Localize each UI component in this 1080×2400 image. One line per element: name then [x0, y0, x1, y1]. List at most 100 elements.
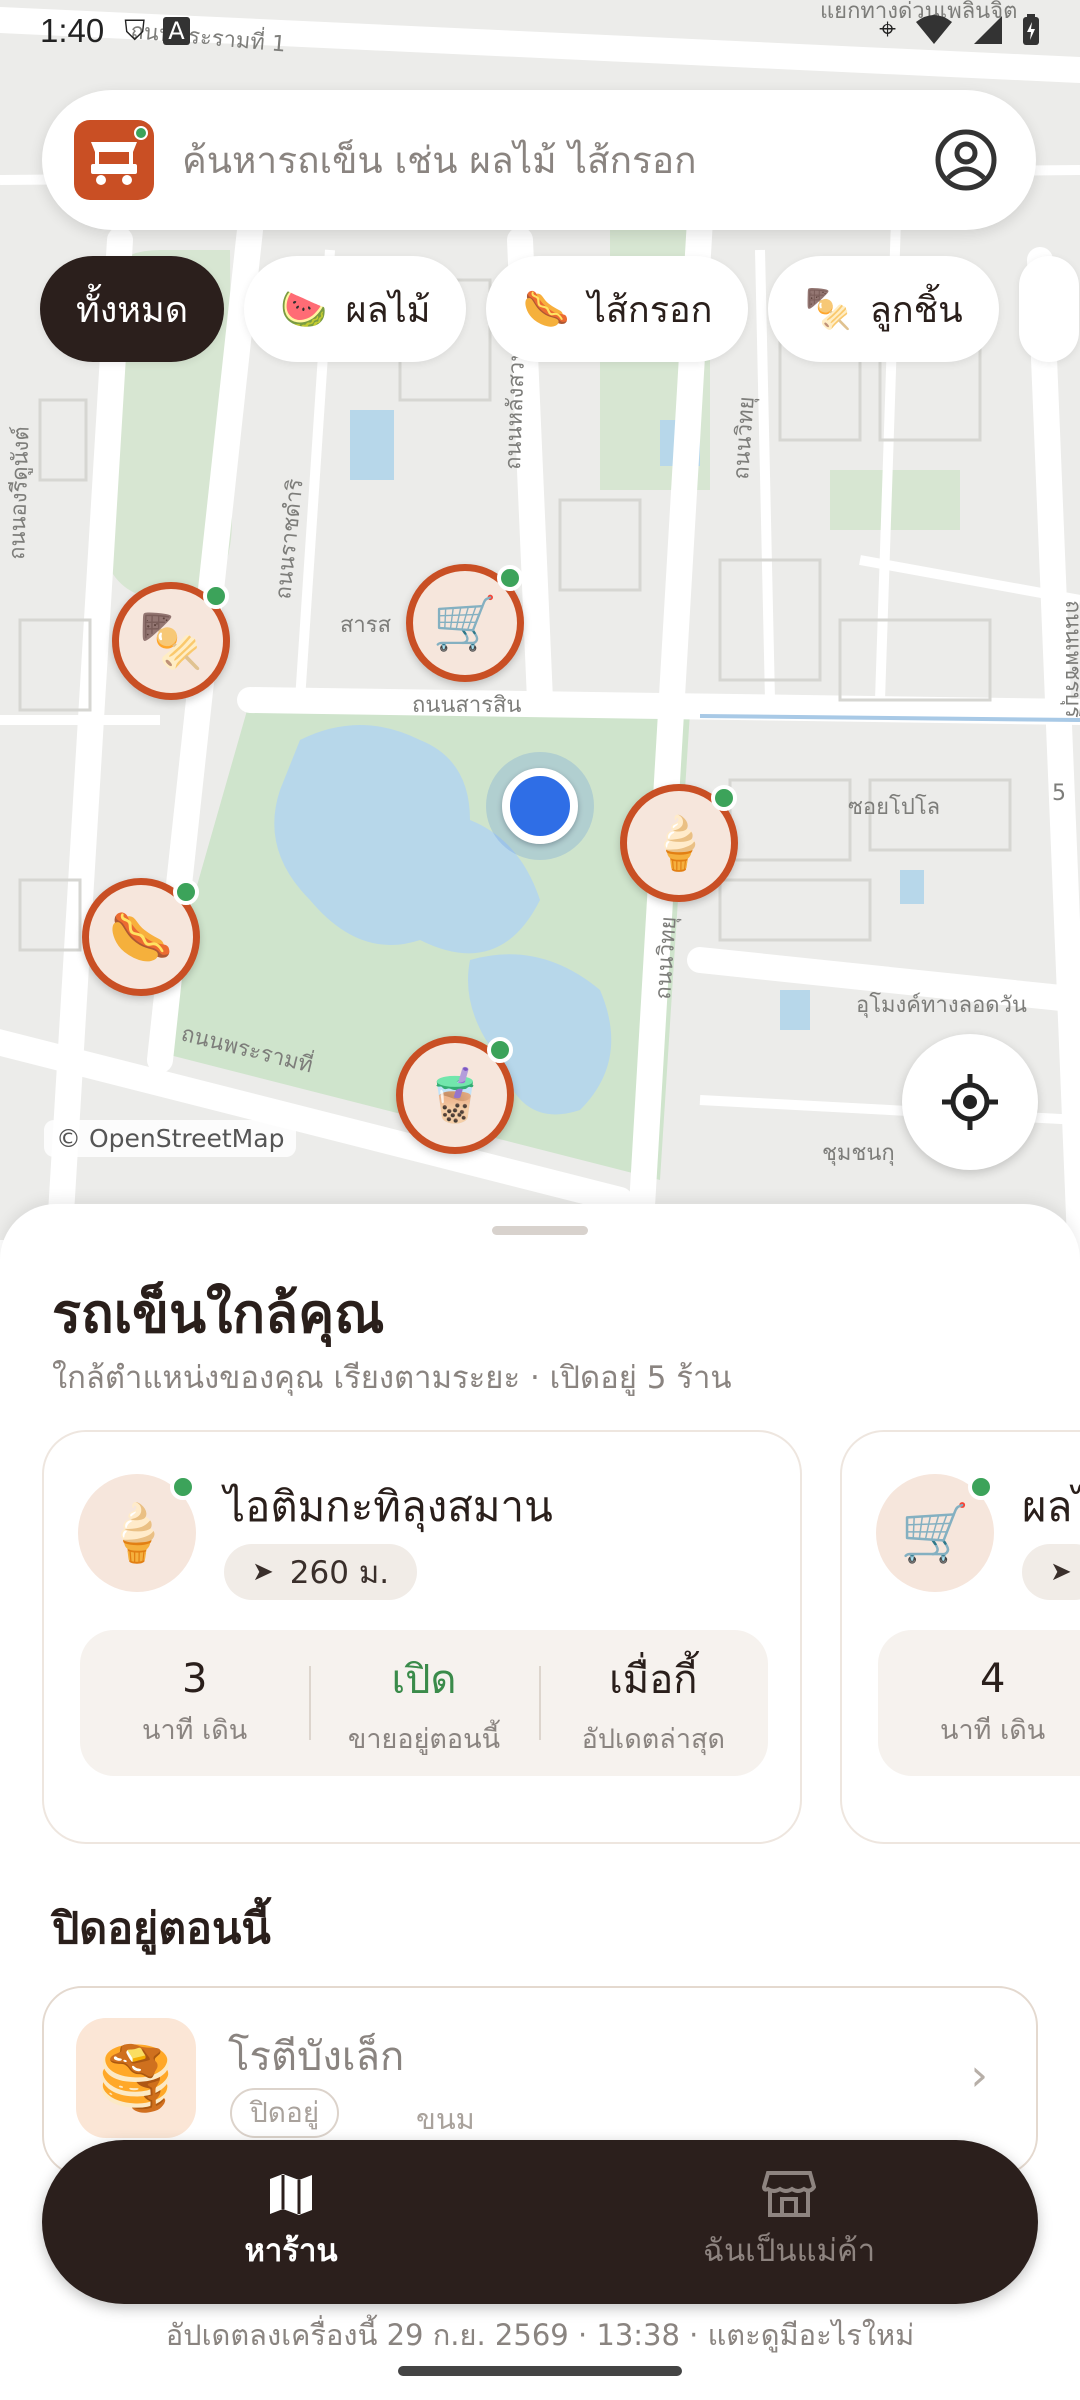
sheet-title: รถเข็นใกล้คุณ [52, 1282, 385, 1345]
update-footer[interactable]: อัปเดตลงเครื่องนี้ 29 ก.ย. 2569 · 13:38 … [0, 2312, 1080, 2358]
live-indicator [173, 879, 199, 905]
gesture-home-bar[interactable] [398, 2366, 682, 2376]
chip-label: ผลไม้ [345, 289, 431, 331]
map-label-langsuan: ถนนหลังสวน [501, 346, 530, 470]
chip-label: ทั้งหมด [76, 289, 189, 331]
chevron-right-icon: › [970, 2050, 988, 2101]
distance-badge: ➤ 260 ม. [224, 1544, 418, 1600]
ice-cream-cart-icon: 🍦 [102, 1501, 172, 1566]
vendor-name: ผลไม้ [1022, 1482, 1080, 1531]
closed-section-title: ปิดอยู่ตอนนี้ [52, 1904, 271, 1954]
stat-value: เมื่อกี้ [609, 1656, 698, 1703]
shield-icon: ⛉ [124, 14, 146, 47]
locate-me-button[interactable] [902, 1034, 1038, 1170]
watermelon-icon: 🍉 [280, 286, 328, 331]
chip-all[interactable]: ทั้งหมด [40, 256, 225, 362]
navigation-arrow-icon: ➤ [1050, 1557, 1072, 1587]
sheet-subtitle: ใกล้ตำแหน่งของคุณ เรียงตามระยะ · เปิดอยู… [52, 1360, 732, 1396]
storefront-icon [762, 2171, 816, 2217]
ice-cream-cart-icon: 🍦 [646, 813, 712, 874]
app-logo [74, 120, 154, 200]
my-location-dot [502, 768, 578, 844]
stat-label: นาที เดิน [940, 1714, 1046, 1746]
vendor-category: ขนม [416, 2102, 475, 2136]
tab-label: ฉันเป็นแม่ค้า [702, 2233, 876, 2269]
tab-vendor[interactable]: ฉันเป็นแม่ค้า [540, 2140, 1038, 2304]
stat-walk: 3 นาที เดิน [80, 1630, 309, 1776]
vendor-marker-bubbletea[interactable]: 🧋 [396, 1036, 514, 1154]
stat-walk: 4 นาที เดิน [878, 1630, 1080, 1776]
live-indicator [711, 785, 737, 811]
vendor-marker-icecream[interactable]: 🍦 [620, 784, 738, 902]
vendor-card[interactable]: 🛒 ผลไม้ ➤ 4 นาที เดิน [840, 1430, 1080, 1844]
tab-label: หาร้าน [244, 2233, 338, 2269]
tab-find-shop[interactable]: หาร้าน [42, 2140, 540, 2304]
map-label-community: ชุมชนกุ [822, 1141, 895, 1166]
chip-label: ไส้กรอก [587, 289, 713, 331]
category-chips: ทั้งหมด 🍉 ผลไม้ 🌭 ไส้กรอก 🍢 ลูกชิ้น [40, 256, 1079, 362]
food-cart-icon: 🛒 [900, 1501, 970, 1566]
map-label-henri: ถนนองรีดูนังต์ [5, 426, 35, 560]
closed-badge: ปิดอยู่ [230, 2088, 340, 2138]
crosshair-icon [942, 1074, 998, 1130]
search-input[interactable]: ค้นหารถเข็น เช่น ผลไม้ ไส้กรอก [182, 131, 934, 190]
stat-updated: เมื่อกี้ อัปเดตล่าสุด [538, 1630, 768, 1776]
chip-more[interactable] [1018, 256, 1079, 362]
vendor-stats: 4 นาที เดิน [878, 1630, 1080, 1776]
map-attribution[interactable]: © OpenStreetMap [44, 1120, 297, 1157]
vendor-name: ไอติมกะทิลุงสมาน [224, 1482, 553, 1531]
map-label-sarasin: ถนนสารสิน [412, 693, 521, 718]
map-label-tunnel: อุโมงค์ทางลอดวัน [856, 992, 1027, 1018]
distance-value: 260 ม. [289, 1555, 390, 1591]
profile-icon[interactable] [934, 128, 998, 192]
search-bar[interactable]: ค้นหารถเข็น เช่น ผลไม้ ไส้กรอก [42, 90, 1036, 230]
distance-badge: ➤ [1022, 1544, 1080, 1600]
bottom-navigation: หาร้าน ฉันเป็นแม่ค้า [42, 2140, 1038, 2304]
stat-label: นาที เดิน [142, 1714, 248, 1746]
live-indicator [170, 1474, 196, 1500]
food-cart-logo-icon [91, 142, 137, 185]
live-indicator [497, 565, 523, 591]
stat-status: เปิด ขายอยู่ตอนนี้ [309, 1630, 538, 1776]
wifi-icon [916, 14, 952, 44]
stat-label: ขายอยู่ตอนนี้ [347, 1723, 501, 1755]
vendor-avatar: 🛒 [876, 1474, 994, 1592]
hotdog-icon: 🌭 [108, 907, 174, 968]
bubble-tea-icon: 🧋 [422, 1065, 488, 1126]
chip-sausage[interactable]: 🌭 ไส้กรอก [486, 256, 749, 362]
location-icon: ⌖ [879, 12, 896, 47]
stat-value: เปิด [391, 1656, 457, 1703]
navigation-arrow-icon: ➤ [252, 1557, 274, 1587]
vendor-stats: 3 นาที เดิน เปิด ขายอยู่ตอนนี้ เมื่อกี้ … [80, 1630, 768, 1776]
map-label-phetkasem: ถนนเพชรบุรี [1060, 600, 1080, 718]
live-indicator [203, 583, 229, 609]
map-label-num5: 5 [1052, 781, 1066, 806]
vendor-marker-meatball[interactable]: 🍢 [112, 582, 230, 700]
live-indicator [968, 1474, 994, 1500]
stat-value: 3 [181, 1655, 208, 1702]
vendor-avatar: 🍦 [78, 1474, 196, 1592]
hotdog-icon: 🌭 [522, 286, 570, 331]
status-bar: 1:40 ⛉ A ⌖ [0, 0, 1080, 62]
chip-label: ลูกชิ้น [869, 289, 963, 331]
status-time: 1:40 [40, 12, 105, 49]
vendor-name: โรตีบังเล็ก [228, 2034, 405, 2080]
notification-a-icon: A [163, 17, 190, 45]
chip-meatball[interactable]: 🍢 ลูกชิ้น [768, 256, 999, 362]
battery-icon [1023, 13, 1039, 45]
meatball-icon: 🍢 [138, 611, 204, 672]
chip-fruit[interactable]: 🍉 ผลไม้ [244, 256, 467, 362]
map-icon [270, 2174, 312, 2215]
stat-value: 4 [979, 1655, 1006, 1702]
map-label-polo: ซอยโปโล [848, 794, 940, 820]
sheet-drag-handle[interactable] [492, 1226, 588, 1235]
map-label-sarasin-short: สารส [340, 613, 392, 638]
vendor-marker-cart[interactable]: 🛒 [406, 564, 524, 682]
food-cart-icon: 🛒 [432, 593, 498, 654]
signal-icon [974, 15, 1002, 44]
vendor-marker-hotdog[interactable]: 🌭 [82, 878, 200, 996]
vendor-card[interactable]: 🍦 ไอติมกะทิลุงสมาน ➤ 260 ม. 3 นาที เดิน … [42, 1430, 802, 1844]
pancake-icon: 🥞 [76, 2018, 196, 2138]
live-indicator [134, 126, 148, 140]
meatball-icon: 🍢 [804, 286, 852, 331]
